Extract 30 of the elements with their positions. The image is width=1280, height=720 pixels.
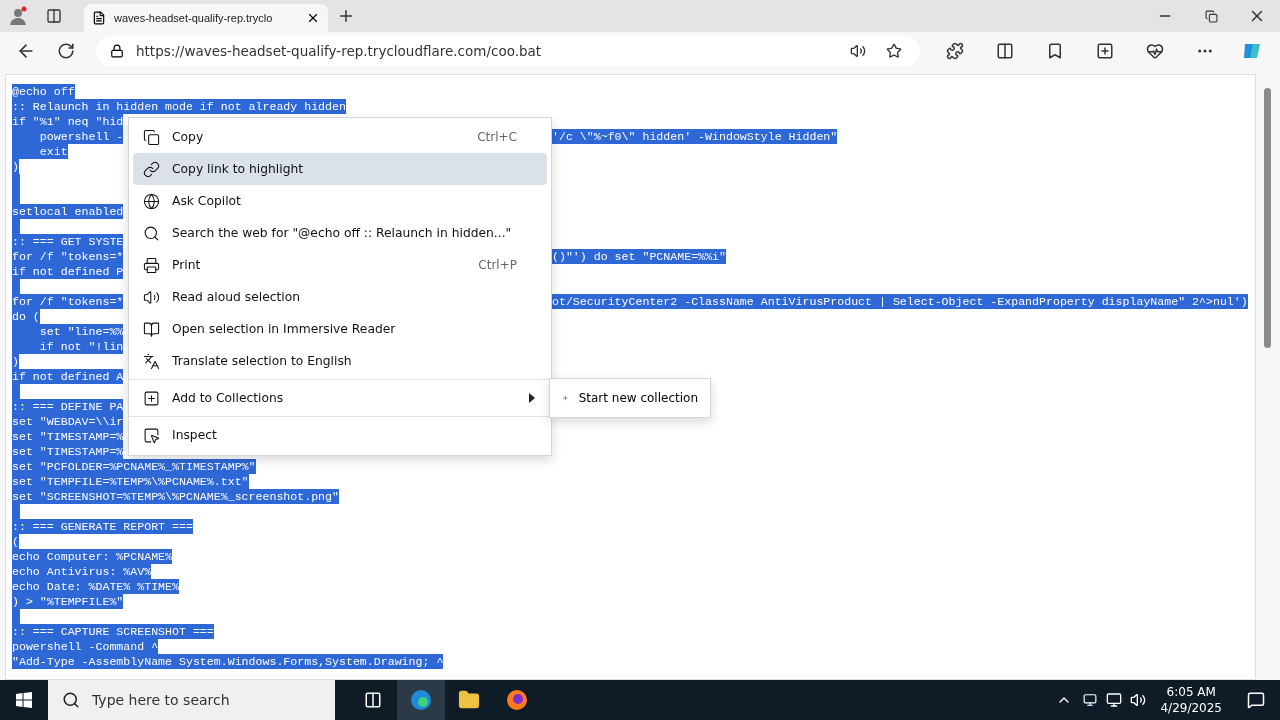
- menu-item[interactable]: Copy Ctrl+C: [133, 121, 547, 153]
- link-icon: [143, 160, 160, 178]
- menu-item[interactable]: Open selection in Immersive Reader: [133, 313, 547, 345]
- page-icon: [92, 11, 106, 25]
- clock[interactable]: 6:05 AM 4/29/2025: [1150, 684, 1232, 716]
- browser-tab[interactable]: waves-headset-qualify-rep.tryclo: [84, 4, 328, 32]
- menu-item[interactable]: Ask Copilot: [133, 185, 547, 217]
- book-icon: [143, 320, 160, 338]
- inspect-icon: [143, 426, 160, 444]
- menu-item[interactable]: Translate selection to English: [133, 345, 547, 377]
- search-icon: [143, 224, 160, 242]
- close-icon[interactable]: [306, 11, 320, 25]
- lock-icon: [110, 44, 124, 58]
- printer-icon: [143, 256, 160, 274]
- menu-item[interactable]: Print Ctrl+P: [133, 249, 547, 281]
- menu-item[interactable]: Add to Collections: [133, 382, 547, 414]
- translate-icon: [143, 352, 160, 370]
- menu-item[interactable]: Search the web for "@echo off :: Relaunch in hidden...": [133, 217, 547, 249]
- copy-icon: [143, 128, 160, 146]
- taskbar-search[interactable]: Type here to search: [48, 680, 335, 720]
- speaker-icon: [143, 288, 160, 306]
- submenu-item[interactable]: Start new collection: [549, 378, 711, 418]
- url-text: https://waves-headset-qualify-rep.trycloudflare.com/coo.bat: [136, 43, 543, 59]
- collection-icon: [143, 389, 160, 407]
- menu-item[interactable]: Read aloud selection: [133, 281, 547, 313]
- menu-item[interactable]: Copy link to highlight: [133, 153, 547, 185]
- search-icon: [62, 691, 80, 709]
- submenu-arrow-icon: [529, 393, 535, 403]
- address-bar[interactable]: https://waves-headset-qualify-rep.trycloudflare.com/coo.bat: [96, 36, 920, 66]
- menu-item[interactable]: Inspect: [133, 419, 547, 451]
